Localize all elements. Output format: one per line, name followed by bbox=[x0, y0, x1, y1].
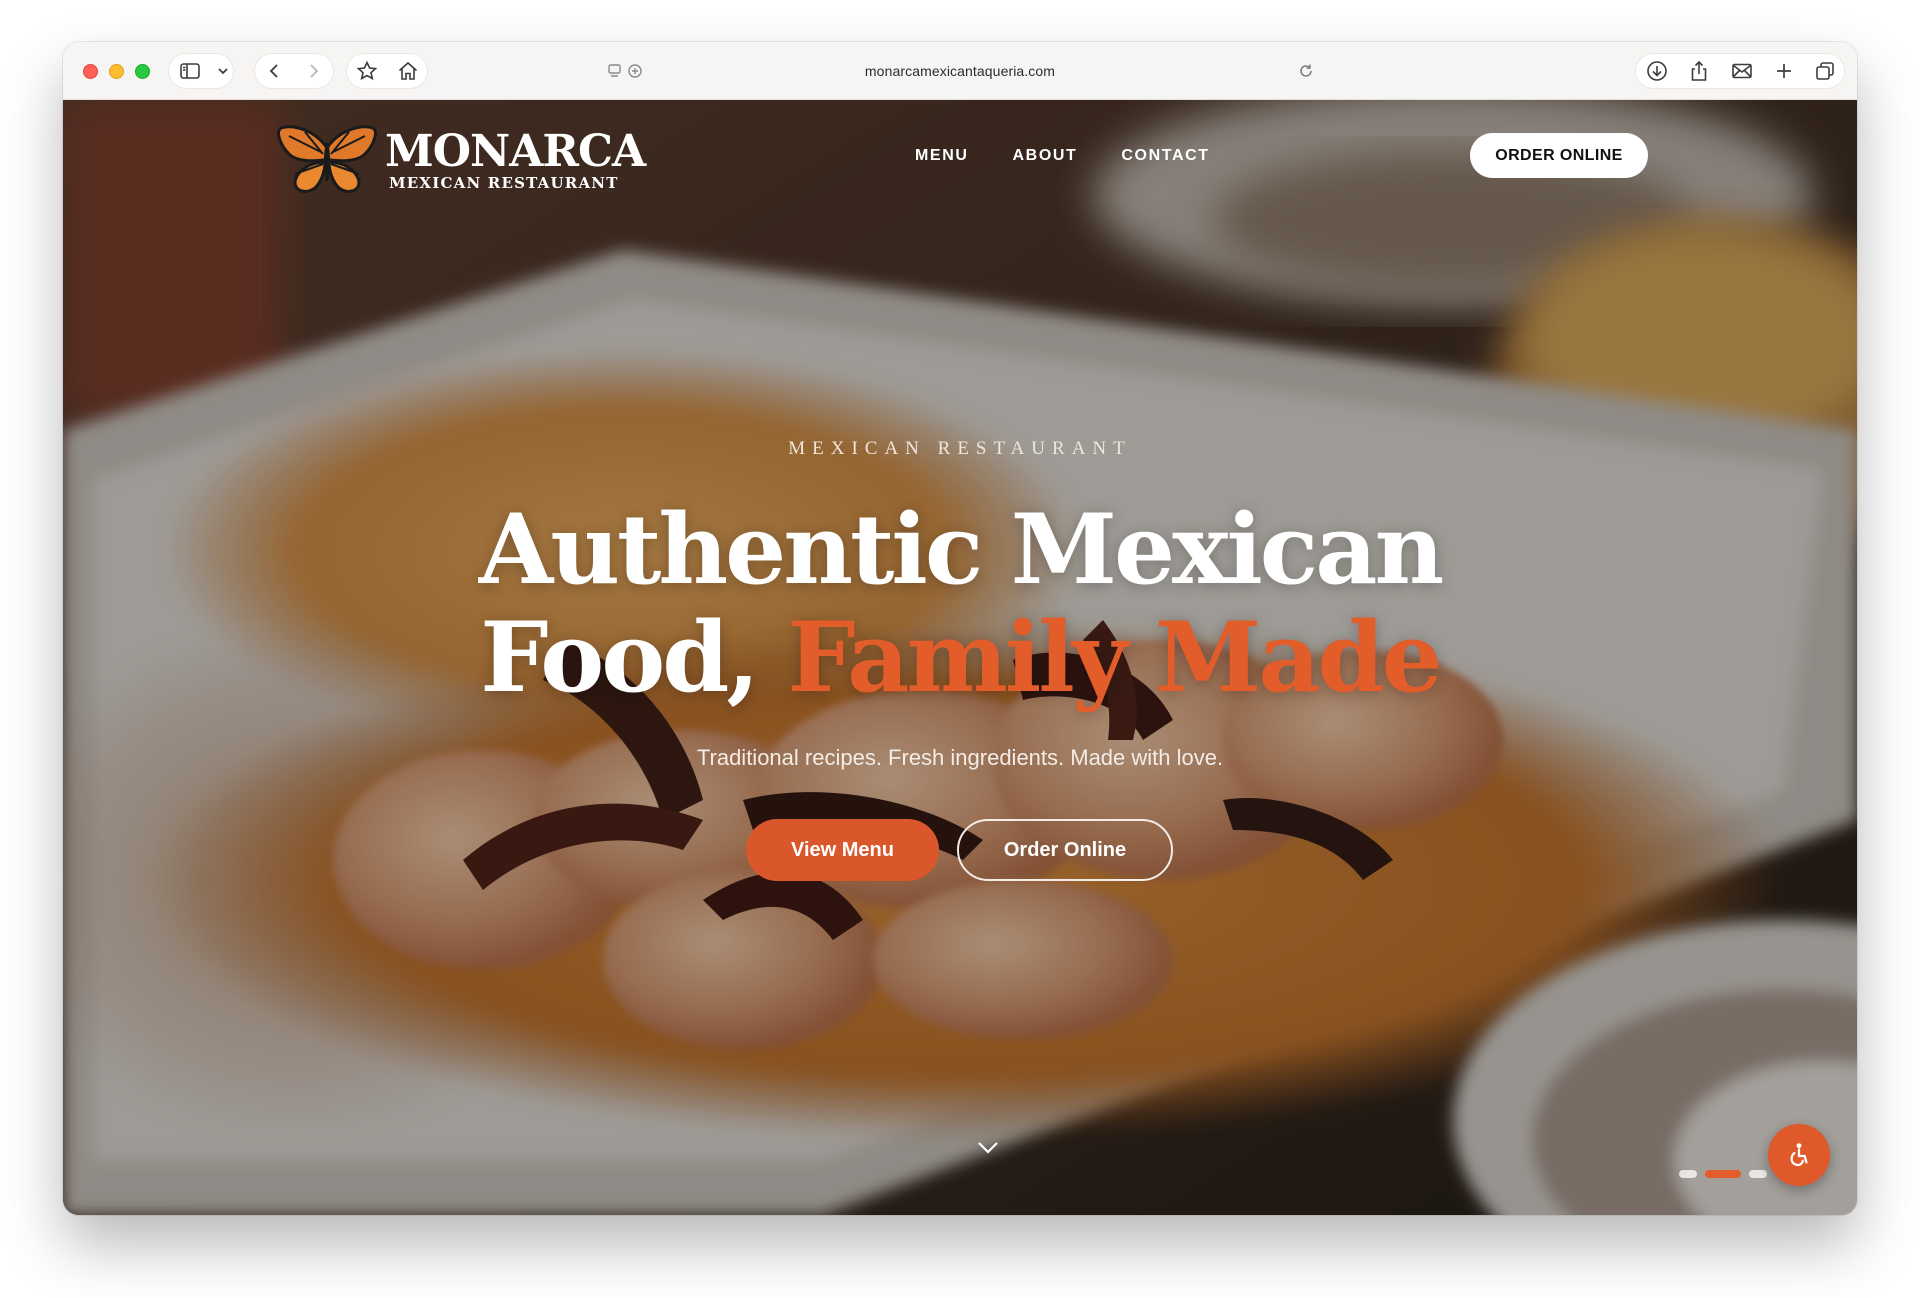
hero-eyebrow: MEXICAN RESTAURANT bbox=[788, 438, 1132, 459]
browser-window: monarcamexicantaqueria.com MONARCA MEXIC… bbox=[63, 42, 1857, 1215]
accessibility-icon bbox=[1790, 1143, 1808, 1167]
browser-toolbar: monarcamexicantaqueria.com bbox=[63, 42, 1857, 100]
slide-dot-2[interactable] bbox=[1705, 1170, 1741, 1178]
close-window-button[interactable] bbox=[83, 64, 98, 79]
order-online-button[interactable]: Order Online bbox=[957, 819, 1173, 881]
share-icon[interactable] bbox=[1687, 59, 1711, 83]
nav-about-link[interactable]: ABOUT bbox=[1013, 147, 1078, 165]
headline-line-1: Authentic Mexican bbox=[478, 493, 1444, 606]
scroll-down-icon[interactable] bbox=[973, 1138, 1003, 1158]
logo-subtitle: MEXICAN RESTAURANT bbox=[389, 174, 619, 192]
address-bar[interactable]: monarcamexicantaqueria.com bbox=[595, 53, 1325, 89]
headline-accent: Family Made bbox=[787, 601, 1442, 714]
forward-icon[interactable] bbox=[301, 59, 325, 83]
star-icon[interactable] bbox=[355, 59, 379, 83]
butterfly-logo-icon bbox=[277, 125, 377, 193]
nav-menu-link[interactable]: MENU bbox=[915, 147, 969, 165]
home-icon[interactable] bbox=[396, 59, 420, 83]
url-text[interactable]: monarcamexicantaqueria.com bbox=[595, 63, 1325, 79]
slide-dot-1[interactable] bbox=[1679, 1170, 1697, 1178]
slide-indicators bbox=[1679, 1170, 1767, 1178]
main-nav: MENU ABOUT CONTACT bbox=[915, 147, 1210, 165]
brand-logo[interactable]: MONARCA MEXICAN RESTAURANT bbox=[275, 124, 655, 196]
view-menu-button[interactable]: View Menu bbox=[746, 819, 939, 881]
headline-line-2-start: Food, bbox=[480, 601, 760, 714]
nav-contact-link[interactable]: CONTACT bbox=[1121, 147, 1209, 165]
reload-icon[interactable] bbox=[1297, 62, 1315, 80]
accessibility-button[interactable] bbox=[1768, 1124, 1830, 1186]
hero-headline: Authentic Mexican Food, Family Made bbox=[63, 496, 1857, 712]
logo-name: MONARCA bbox=[385, 126, 646, 177]
sidebar-icon[interactable] bbox=[178, 59, 202, 83]
download-icon[interactable] bbox=[1645, 59, 1669, 83]
hero-section: MONARCA MEXICAN RESTAURANT MENU ABOUT CO… bbox=[63, 100, 1857, 1215]
new-tab-icon[interactable] bbox=[1772, 59, 1796, 83]
back-icon[interactable] bbox=[263, 59, 287, 83]
chevron-down-icon[interactable] bbox=[211, 59, 228, 83]
order-online-header-button[interactable]: ORDER ONLINE bbox=[1470, 133, 1648, 178]
tabs-icon[interactable] bbox=[1813, 59, 1837, 83]
minimize-window-button[interactable] bbox=[109, 64, 124, 79]
zoom-window-button[interactable] bbox=[135, 64, 150, 79]
hero-subline: Traditional recipes. Fresh ingredients. … bbox=[696, 745, 1224, 770]
slide-dot-3[interactable] bbox=[1749, 1170, 1767, 1178]
mail-icon[interactable] bbox=[1730, 59, 1754, 83]
